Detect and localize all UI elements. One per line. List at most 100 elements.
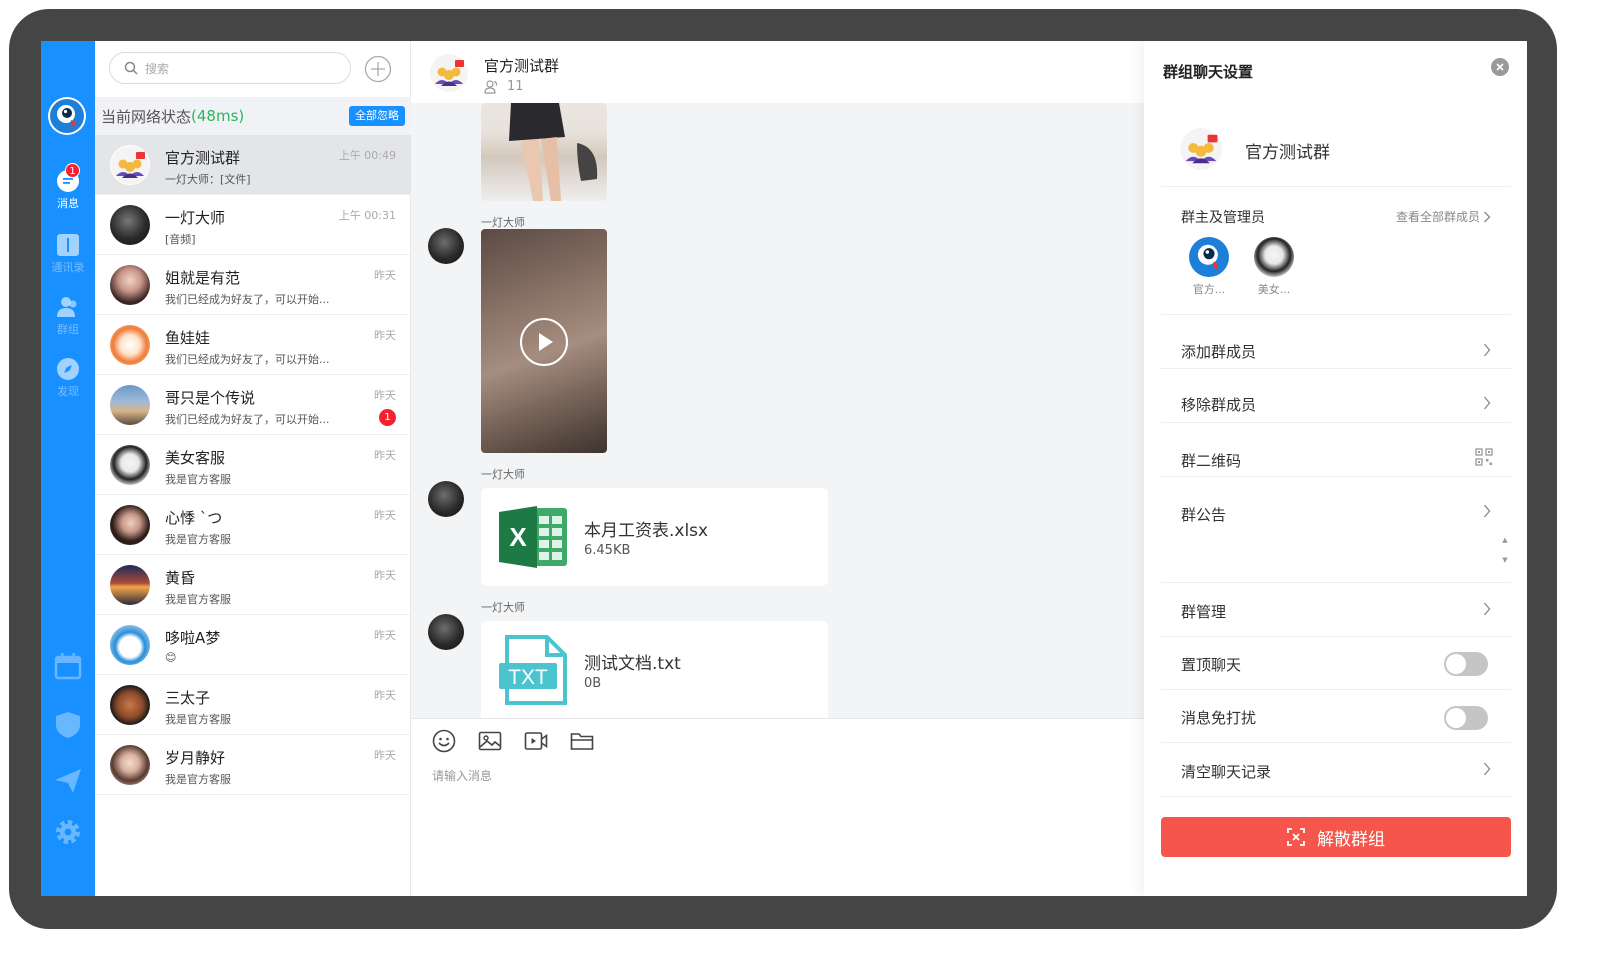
nav-discover[interactable]: 发现 (41, 357, 95, 399)
conversation-item[interactable]: 三太子 我是官方客服 昨天 (95, 675, 411, 735)
user-avatar (110, 385, 150, 425)
video-message[interactable] (481, 229, 607, 453)
chat-header: 官方测试群 11 (411, 41, 1144, 103)
conversation-item[interactable]: 鱼娃娃 我们已经成为好友了，可以开始... 昨天 (95, 315, 411, 375)
chat-title: 官方测试群 (484, 57, 560, 75)
conversation-name: 哆啦A梦 (165, 629, 221, 647)
setting-label: 消息免打扰 (1181, 709, 1257, 727)
group-manage-row[interactable]: 群管理 (1161, 583, 1511, 637)
group-avatar-icon (110, 145, 150, 185)
user-avatar (110, 505, 150, 545)
my-avatar[interactable] (48, 97, 86, 135)
conversation-item[interactable]: 心悸 ˋつ 我是官方客服 昨天 (95, 495, 411, 555)
conversation-preview: 我是官方客服 (165, 713, 231, 726)
user-avatar (110, 265, 150, 305)
conversation-item[interactable]: 一灯大师 [音频] 上午 00:31 (95, 195, 411, 255)
conversation-item[interactable]: 黄昏 我是官方客服 昨天 (95, 555, 411, 615)
conversation-item[interactable]: 哥只是个传说 我们已经成为好友了，可以开始... 昨天 1 (95, 375, 411, 435)
image-icon[interactable] (478, 729, 502, 753)
conversation-item[interactable]: 岁月静好 我是官方客服 昨天 (95, 735, 411, 795)
nav-messages[interactable]: 消息 1 (41, 163, 95, 211)
admin-member[interactable]: 官方... (1189, 237, 1229, 297)
network-status-label: 当前网络状态 (101, 107, 192, 126)
add-icon[interactable] (364, 55, 392, 83)
clear-history-row[interactable]: 清空聊天记录 (1161, 743, 1511, 797)
view-all-members-label: 查看全部群成员 (1395, 210, 1480, 224)
pin-chat-toggle[interactable] (1444, 652, 1488, 676)
svg-text:TXT: TXT (508, 666, 548, 689)
nav-contacts[interactable]: 通讯录 (41, 233, 95, 275)
conversation-preview: 我是官方客服 (165, 533, 231, 546)
add-member-row[interactable]: 添加群成员 (1161, 315, 1511, 369)
svg-text:X: X (509, 522, 527, 552)
mute-row: 消息免打扰 (1161, 690, 1511, 743)
emoji-icon[interactable] (432, 729, 456, 753)
folder-icon[interactable] (570, 729, 594, 753)
conversation-item[interactable]: 官方测试群 一灯大师：[文件] 上午 00:49 (95, 135, 411, 195)
setting-label: 清空聊天记录 (1181, 763, 1272, 781)
remove-member-row[interactable]: 移除群成员 (1161, 369, 1511, 423)
admin-member[interactable]: 美女... (1254, 237, 1294, 297)
bird-mascot-icon (50, 99, 84, 133)
chevron-right-icon (1484, 602, 1491, 616)
qrcode-icon (1475, 448, 1493, 466)
conversation-name: 哥只是个传说 (165, 389, 256, 407)
conversation-time: 昨天 (374, 689, 396, 702)
group-avatar-icon[interactable] (429, 53, 469, 93)
sender-avatar[interactable] (428, 228, 464, 264)
panel-title: 群组聊天设置 (1163, 63, 1254, 81)
file-message[interactable]: TXT 测试文档.txt 0B (481, 621, 828, 718)
user-avatar (110, 685, 150, 725)
conversation-item[interactable]: 姐就是有范 我们已经成为好友了，可以开始... 昨天 (95, 255, 411, 315)
shield-icon[interactable] (54, 711, 82, 739)
unread-badge: 1 (379, 409, 396, 426)
disband-group-button[interactable]: 解散群组 (1161, 817, 1511, 857)
conversation-item[interactable]: 美女客服 我是官方客服 昨天 (95, 435, 411, 495)
search-input[interactable]: 搜索 (109, 52, 351, 84)
user-avatar (110, 745, 150, 785)
ignore-all-button[interactable]: 全部忽略 (349, 106, 405, 126)
group-settings-panel: 群组聊天设置 官方测试群 群主及管理员 查看全部群成员 官方... 美女... … (1144, 41, 1527, 896)
exit-icon (1287, 828, 1305, 846)
conversation-preview: 我是官方客服 (165, 773, 231, 786)
conversation-time: 昨天 (374, 509, 396, 522)
view-all-members-link[interactable]: 查看全部群成员 (1396, 208, 1491, 225)
calendar-icon[interactable] (54, 652, 82, 680)
conversation-time: 昨天 (374, 449, 396, 462)
sender-avatar[interactable] (428, 481, 464, 517)
group-qrcode-row[interactable]: 群二维码 (1161, 423, 1511, 477)
send-icon[interactable] (54, 767, 82, 795)
conversation-preview: 我们已经成为好友了，可以开始... (165, 353, 330, 366)
play-icon[interactable] (520, 318, 568, 366)
sender-avatar[interactable] (428, 614, 464, 650)
group-name: 官方测试群 (1245, 143, 1330, 163)
conversation-item[interactable]: 哆啦A梦 😊 昨天 (95, 615, 411, 675)
nav-messages-badge: 1 (65, 163, 80, 178)
message-input[interactable]: 请输入消息 (432, 767, 492, 784)
setting-label: 群管理 (1181, 603, 1227, 621)
notice-scrollbar[interactable]: ▲ ▼ (1501, 535, 1509, 571)
image-message[interactable] (481, 103, 607, 201)
group-avatar-icon (1179, 127, 1223, 171)
conversation-time: 昨天 (374, 329, 396, 342)
member-count[interactable]: 11 (484, 79, 524, 94)
setting-label: 置顶聊天 (1181, 656, 1242, 674)
nav-groups[interactable]: 群组 (41, 295, 95, 337)
chevron-right-icon (1484, 504, 1491, 518)
close-icon[interactable] (1491, 58, 1509, 76)
conversation-name: 三太子 (165, 689, 211, 707)
message-composer: 请输入消息 (411, 718, 1144, 896)
video-icon[interactable] (524, 729, 548, 753)
message-sender: 一灯大师 (481, 601, 525, 614)
group-notice-row[interactable]: 群公告 (1161, 477, 1511, 583)
conversation-preview: 我是官方客服 (165, 593, 231, 606)
conversation-name: 姐就是有范 (165, 269, 241, 287)
mute-toggle[interactable] (1444, 706, 1488, 730)
file-message[interactable]: X 本月工资表.xlsx 6.45KB (481, 488, 828, 586)
message-sender: 一灯大师 (481, 468, 525, 481)
conversation-time: 昨天 (374, 569, 396, 582)
conversation-time: 昨天 (374, 389, 396, 402)
bird-mascot-icon (1189, 237, 1229, 277)
conversation-name: 官方测试群 (165, 149, 241, 167)
settings-icon[interactable] (54, 818, 82, 846)
